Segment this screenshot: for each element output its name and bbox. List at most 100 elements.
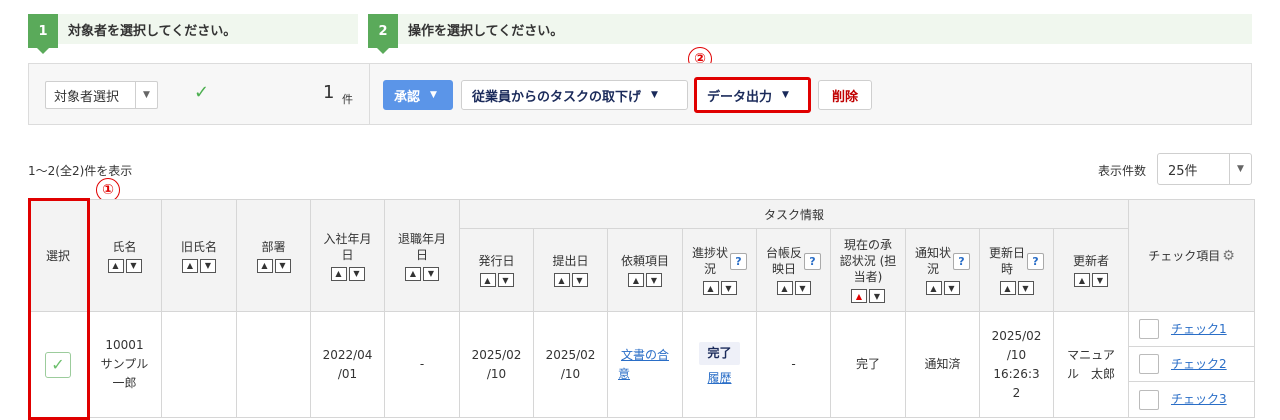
per-page-value: 25件 (1168, 163, 1198, 179)
column-label: 当者) (853, 270, 883, 284)
cell-text: /10 (486, 366, 507, 381)
help-icon[interactable]: ? (804, 252, 821, 270)
column-label: 認状況 (担 (839, 254, 897, 268)
help-icon[interactable]: ? (730, 252, 747, 270)
sort-asc-icon[interactable]: ▲ (330, 266, 347, 281)
sort-asc-icon[interactable]: ▲ (256, 258, 273, 273)
sort-desc-icon[interactable]: ▼ (274, 258, 291, 273)
chevron-down-icon[interactable]: ▼ (135, 82, 157, 108)
sort-controls: ▲ ▼ (628, 273, 662, 287)
sort-desc-icon[interactable]: ▼ (943, 281, 960, 295)
sort-desc-icon[interactable]: ▼ (497, 273, 514, 287)
sort-asc-icon[interactable]: ▲ (851, 289, 867, 303)
status-badge: 完了 (699, 341, 740, 365)
column-label: 台帳反 (765, 246, 802, 260)
request-item-link[interactable]: 文書の合意 (610, 346, 680, 384)
sort-asc-icon[interactable]: ▲ (107, 258, 124, 273)
check-icon: ✓ (194, 82, 210, 103)
per-page-select[interactable]: 25件 ▼ (1157, 153, 1252, 185)
column-label: チェック項目 (1148, 249, 1221, 263)
column-label: 退職年月 (397, 231, 446, 246)
row-select-checkbox[interactable]: ✓ (45, 351, 71, 378)
result-range-text: 1〜2(全2)件を表示 (28, 164, 133, 178)
sort-controls: ▲ ▼ (925, 281, 960, 295)
data-export-button[interactable]: データ出力 ▼ (694, 77, 811, 113)
column-label: 選択 (45, 249, 70, 263)
check-item-link[interactable]: チェック2 (1171, 355, 1227, 374)
check-item-row: チェック1 (1129, 312, 1254, 347)
sort-desc-icon[interactable]: ▼ (200, 258, 216, 273)
chevron-down-icon: ▼ (651, 90, 658, 100)
sort-asc-icon[interactable]: ▲ (776, 281, 793, 295)
column-header-issue-date: 発行日 ▲ ▼ (459, 228, 534, 312)
column-header-request-item: 依頼項目 ▲ ▼ (607, 228, 683, 312)
history-link[interactable]: 履歴 (707, 371, 731, 385)
selected-count: 1 (323, 82, 335, 103)
sort-asc-icon[interactable]: ▲ (1074, 273, 1090, 287)
link-text: 文書の合 (620, 347, 669, 362)
sort-asc-icon[interactable]: ▲ (702, 281, 719, 295)
sort-desc-icon[interactable]: ▼ (794, 281, 811, 295)
column-label: 発行日 (478, 254, 515, 268)
sort-desc-icon[interactable]: ▼ (869, 289, 885, 303)
sort-asc-icon[interactable]: ▲ (479, 273, 496, 287)
step-1-number: 1 (28, 14, 58, 54)
cell-text: 2025/02 (545, 347, 596, 362)
column-header-department: 部署 ▲ ▼ (236, 199, 311, 312)
sort-controls: ▲ ▼ (107, 258, 142, 273)
sort-desc-icon[interactable]: ▼ (571, 273, 588, 287)
column-label: 映日 (771, 262, 796, 276)
sort-controls: ▲ ▼ (330, 266, 365, 281)
column-label: 通知状 (914, 246, 951, 260)
sort-controls: ▲ ▼ (1074, 273, 1108, 287)
sort-desc-icon[interactable]: ▼ (646, 273, 662, 287)
sort-asc-icon[interactable]: ▲ (182, 258, 198, 273)
sort-desc-icon[interactable]: ▼ (1092, 273, 1108, 287)
sort-desc-icon[interactable]: ▼ (348, 266, 365, 281)
sort-controls: ▲ ▼ (256, 258, 291, 273)
sort-desc-icon[interactable]: ▼ (423, 266, 439, 281)
approve-button[interactable]: 承認 ▼ (383, 80, 453, 110)
gear-icon[interactable]: ⚙ (1222, 248, 1235, 264)
check-item-link[interactable]: チェック1 (1171, 320, 1227, 339)
step-2-number: 2 (368, 14, 398, 54)
cell-progress: 完了 履歴 (682, 311, 757, 418)
sort-asc-icon[interactable]: ▲ (405, 266, 421, 281)
column-label: 旧氏名 (180, 239, 217, 254)
sort-asc-icon[interactable]: ▲ (925, 281, 942, 295)
sort-asc-icon[interactable]: ▲ (999, 281, 1016, 295)
chevron-down-icon[interactable]: ▼ (1229, 154, 1251, 184)
column-label: 時 (1000, 262, 1013, 276)
sort-desc-icon[interactable]: ▼ (1017, 281, 1034, 295)
cell-text: 2025/02 (471, 347, 522, 362)
cell-text: ル 太郎 (1066, 366, 1115, 381)
check-item-checkbox[interactable] (1139, 354, 1159, 374)
target-select-dropdown[interactable]: 対象者選択 ▼ (45, 81, 158, 109)
column-label: 現在の承 (843, 238, 892, 252)
cell-text: マニュア (1067, 347, 1115, 362)
delete-button[interactable]: 削除 (818, 80, 872, 110)
check-item-checkbox[interactable] (1139, 319, 1159, 339)
column-label: 更新日 (988, 246, 1025, 260)
target-select-label: 対象者選択 (54, 89, 120, 105)
withdraw-task-button[interactable]: 従業員からのタスクの取下げ ▼ (461, 80, 688, 110)
cell-issue-date: 2025/02 /10 (459, 311, 534, 418)
sort-controls: ▲ ▼ (553, 273, 588, 287)
cell-text: 10001 (105, 338, 144, 352)
column-header-name: 氏名 ▲ ▼ (87, 199, 162, 312)
sort-asc-icon[interactable]: ▲ (553, 273, 570, 287)
sort-desc-icon[interactable]: ▼ (125, 258, 142, 273)
help-icon[interactable]: ? (1027, 252, 1044, 270)
sort-asc-icon[interactable]: ▲ (628, 273, 644, 287)
check-item-checkbox[interactable] (1139, 389, 1159, 410)
task-table: 選択 氏名 ▲ ▼ 旧氏名 ▲ ▼ 部署 ▲ ▼ 入社年月 日 ▲ ▼ 退職年月 日 ▲… (28, 199, 1255, 418)
sort-desc-icon[interactable]: ▼ (720, 281, 737, 295)
cell-text: 16:26:3 (993, 366, 1040, 381)
column-label: 更新者 (1072, 254, 1109, 268)
column-header-check-items: チェック項目 ⚙ (1128, 199, 1255, 312)
chevron-down-icon: ▼ (782, 90, 789, 100)
help-icon[interactable]: ? (953, 252, 970, 270)
check-item-link[interactable]: チェック3 (1171, 390, 1227, 409)
column-label: 依頼項目 (620, 254, 669, 268)
selected-count-unit: 件 (342, 93, 353, 106)
